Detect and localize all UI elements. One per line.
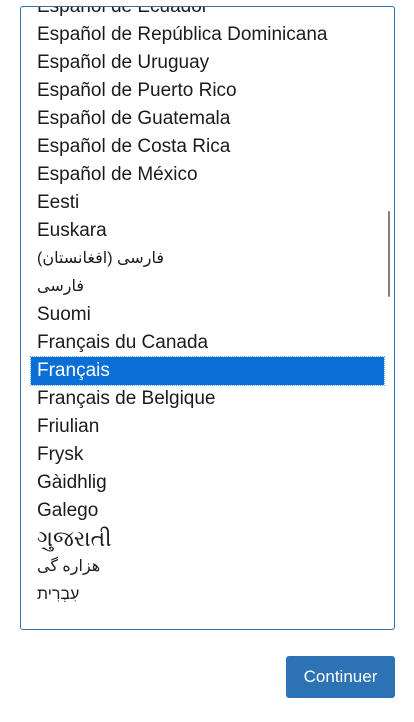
language-option[interactable]: Eesti bbox=[21, 189, 394, 217]
language-option[interactable]: Español de Guatemala bbox=[21, 105, 394, 133]
language-option[interactable]: Frysk bbox=[21, 441, 394, 469]
language-option[interactable]: Español de Costa Rica bbox=[21, 133, 394, 161]
language-option[interactable]: هزاره گی bbox=[21, 553, 394, 581]
language-option[interactable]: Euskara bbox=[21, 217, 394, 245]
language-option[interactable]: Friulian bbox=[21, 413, 394, 441]
language-option[interactable]: Español de República Dominicana bbox=[21, 21, 394, 49]
language-list: Español de Ecuador Español de República … bbox=[21, 7, 394, 609]
scrollbar-thumb[interactable] bbox=[388, 211, 390, 297]
language-option-selected[interactable]: Français bbox=[30, 356, 385, 386]
language-option[interactable]: ગુજરાતી bbox=[21, 525, 394, 553]
language-selection-page: Español de Ecuador Español de República … bbox=[0, 0, 414, 722]
language-option[interactable]: فارسی bbox=[21, 273, 394, 301]
language-option[interactable]: עִבְרִית bbox=[21, 581, 394, 609]
language-option[interactable]: Español de Ecuador bbox=[21, 7, 394, 21]
language-option[interactable]: فارسی (افغانستان) bbox=[21, 245, 394, 273]
language-option[interactable]: Español de Puerto Rico bbox=[21, 77, 394, 105]
language-option[interactable]: Français de Belgique bbox=[21, 385, 394, 413]
language-option[interactable]: Français du Canada bbox=[21, 329, 394, 357]
language-option[interactable]: Gàidhlig bbox=[21, 469, 394, 497]
language-option[interactable]: Español de México bbox=[21, 161, 394, 189]
continue-button[interactable]: Continuer bbox=[286, 656, 395, 698]
language-listbox[interactable]: Español de Ecuador Español de República … bbox=[20, 6, 395, 630]
language-option[interactable]: Galego bbox=[21, 497, 394, 525]
language-option[interactable]: Suomi bbox=[21, 301, 394, 329]
language-option[interactable]: Español de Uruguay bbox=[21, 49, 394, 77]
